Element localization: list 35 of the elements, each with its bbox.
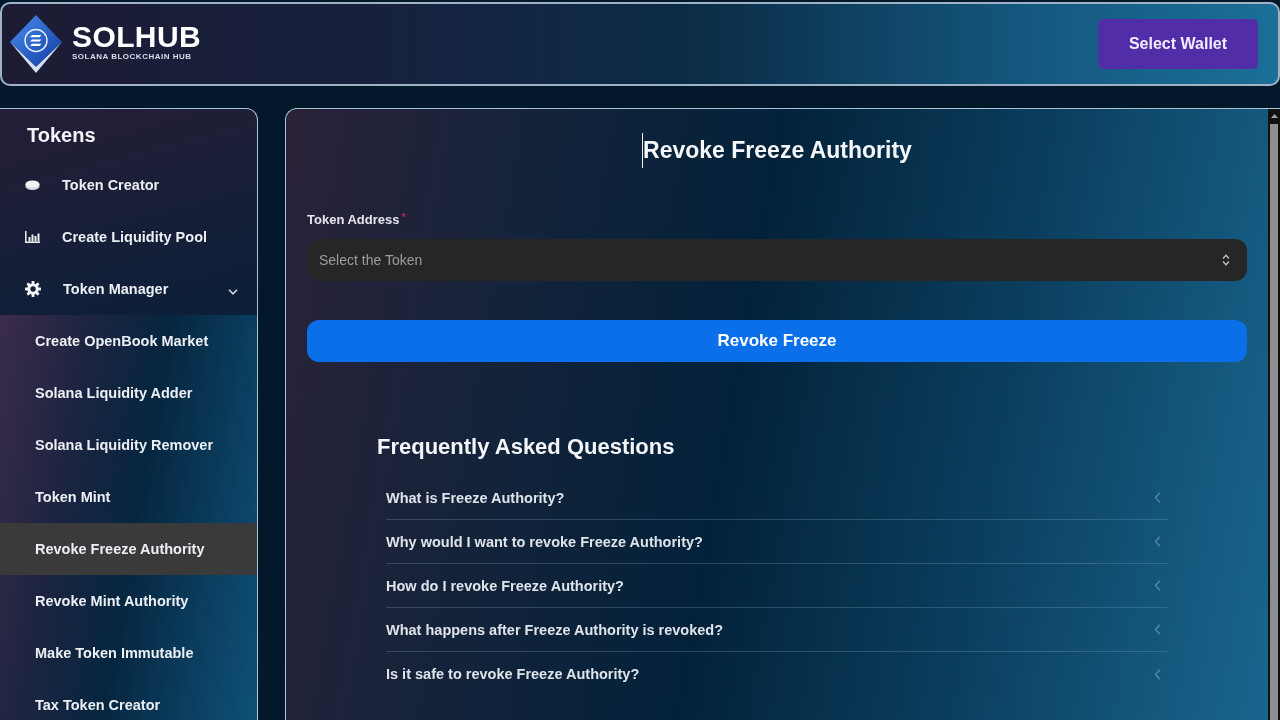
faq-question[interactable]: What happens after Freeze Authority is revoked?: [386, 608, 1167, 652]
scroll-up-arrow-icon: [1270, 114, 1278, 118]
faq-question[interactable]: How do I revoke Freeze Authority?: [386, 564, 1167, 608]
submenu-item[interactable]: Token Mint: [0, 471, 257, 523]
page-title: Revoke Freeze Authority: [643, 136, 912, 165]
sidebar-group-toggle[interactable]: Token Manager: [0, 263, 257, 315]
submenu-item[interactable]: Solana Liquidity Adder: [0, 367, 257, 419]
faq-question[interactable]: Why would I want to revoke Freeze Authority?: [386, 520, 1167, 564]
scrollbar[interactable]: [1268, 109, 1280, 720]
diamond-logo-icon: [10, 15, 62, 73]
sidebar-item[interactable]: Token Creator: [0, 159, 257, 211]
faq-question[interactable]: What is Freeze Authority?: [386, 476, 1167, 520]
token-select[interactable]: Select the Token: [307, 239, 1247, 281]
submenu-item[interactable]: Solana Liquidity Remover: [0, 419, 257, 471]
submenu-item[interactable]: Create OpenBook Market: [0, 315, 257, 367]
required-mark: *: [401, 211, 406, 223]
gear-icon: [25, 281, 41, 297]
text-cursor: [642, 132, 644, 168]
field-label: Token Address: [307, 211, 400, 229]
faq-question[interactable]: Is it safe to revoke Freeze Authority?: [386, 652, 1167, 696]
submenu-item[interactable]: Revoke Freeze Authority: [0, 523, 257, 575]
brand-name: SOLHUB: [72, 22, 202, 52]
submenu-item[interactable]: Make Token Immutable: [0, 627, 257, 679]
bar-chart-icon: [25, 231, 40, 243]
scrollbar-thumb[interactable]: [1270, 124, 1278, 720]
submenu-item[interactable]: Revoke Mint Authority: [0, 575, 257, 627]
coin-icon: [25, 179, 40, 191]
submenu-item[interactable]: Tax Token Creator: [0, 679, 257, 720]
brand-tagline: SOLANA BLOCKCHAIN HUB: [72, 52, 193, 62]
revoke-freeze-button[interactable]: Revoke Freeze: [307, 320, 1247, 362]
sidebar-item[interactable]: Create Liquidity Pool: [0, 211, 257, 263]
up-down-chevron-icon: [1222, 254, 1230, 266]
faq-heading: Frequently Asked Questions: [377, 433, 676, 461]
sidebar-heading: Tokens: [26, 123, 97, 148]
select-wallet-button[interactable]: Select Wallet: [1098, 19, 1258, 69]
